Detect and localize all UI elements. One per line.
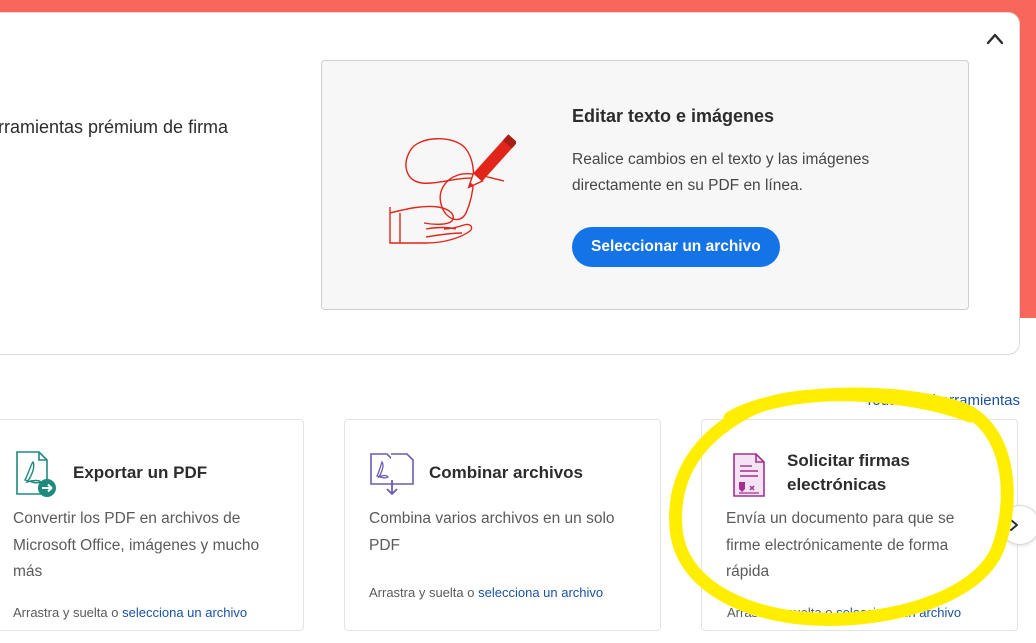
tool-footer: Arrastra y suelta o selecciona un archiv…	[727, 605, 961, 620]
select-file-link[interactable]: selecciona un archivo	[836, 605, 961, 620]
tool-description: Convertir los PDF en archivos de Microso…	[13, 510, 260, 580]
combine-files-icon	[370, 453, 414, 495]
request-signatures-icon	[733, 453, 765, 497]
collapse-button[interactable]	[979, 23, 1011, 55]
carousel-next-button[interactable]	[1000, 505, 1036, 545]
tool-footer: Arrastra y suelta o selecciona un archiv…	[13, 605, 247, 620]
chevron-up-icon	[986, 33, 1004, 45]
drag-drop-text: Arrastra y suelta o	[727, 605, 833, 620]
drag-drop-text: Arrastra y suelta o	[369, 585, 475, 600]
chevron-right-icon	[1010, 519, 1018, 531]
select-file-link[interactable]: selecciona un archivo	[122, 605, 247, 620]
tool-card-combine-files[interactable]: Combinar archivos Combina varios archivo…	[344, 419, 661, 631]
feature-edit-box: Editar texto e imágenes Realice cambios …	[321, 60, 969, 310]
feature-title: Editar texto e imágenes	[572, 106, 775, 126]
tool-card-request-signatures[interactable]: Solicitar firmas electrónicas Envía un d…	[701, 419, 1018, 631]
feature-description: Realice cambios en el texto y las imágen…	[572, 151, 870, 194]
export-pdf-icon	[16, 451, 56, 497]
tool-title: Combinar archivos	[429, 463, 583, 482]
select-file-link[interactable]: selecciona un archivo	[478, 585, 603, 600]
all-tools-link[interactable]: Todas las herramientas	[865, 392, 1020, 409]
drag-drop-text: Arrastra y suelta o	[13, 605, 119, 620]
select-file-button[interactable]: Seleccionar un archivo	[572, 227, 780, 267]
hero-partial-text: rramientas prémium de firma	[0, 117, 229, 137]
tool-card-export-pdf[interactable]: Exportar un PDF Convertir los PDF en arc…	[0, 419, 304, 631]
hand-signature-pen-icon	[389, 134, 516, 244]
tool-footer: Arrastra y suelta o selecciona un archiv…	[369, 585, 603, 600]
tool-title: Exportar un PDF	[73, 463, 208, 482]
tool-description: Combina varios archivos en un solo PDF	[369, 510, 615, 554]
tool-description: Envía un documento para que se firme ele…	[726, 510, 955, 580]
tool-title: Solicitar firmas electrónicas	[787, 451, 910, 494]
